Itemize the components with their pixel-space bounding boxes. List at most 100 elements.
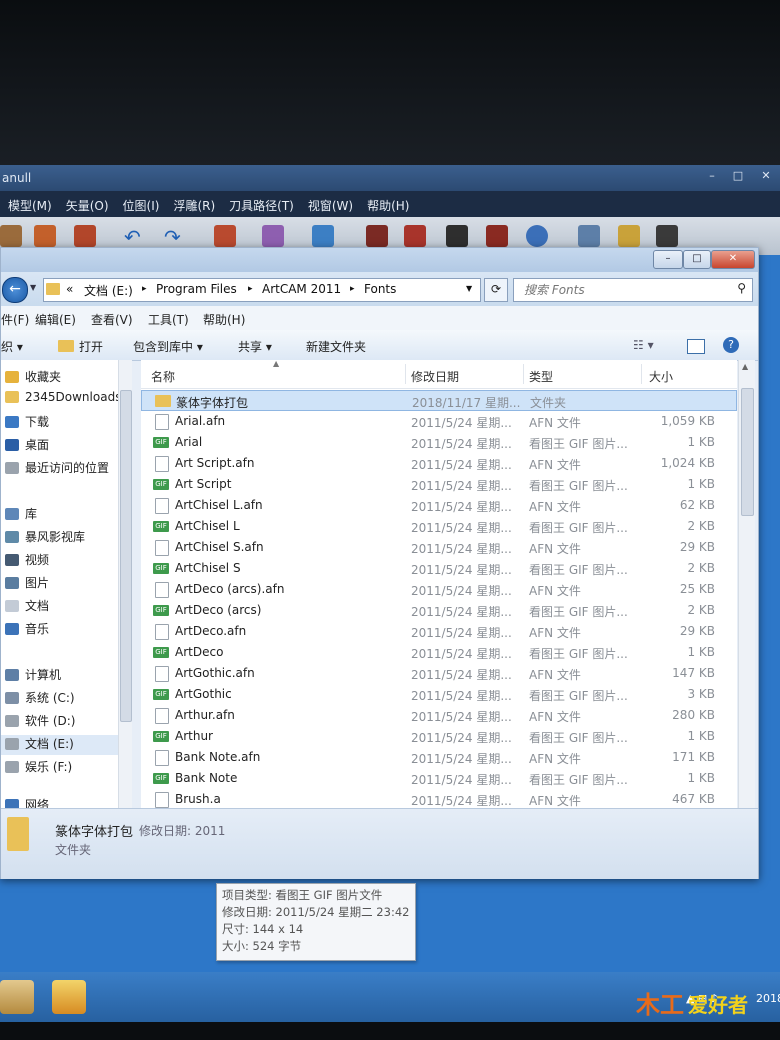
nav-item[interactable]: 文档: [1, 597, 122, 617]
nav-item[interactable]: 文档 (E:): [1, 735, 122, 755]
nav-item[interactable]: 暴风影视库: [1, 528, 122, 548]
chevron-down-icon[interactable]: ▼: [466, 284, 472, 293]
breadcrumb-separator[interactable]: ▸: [248, 284, 253, 294]
file-row[interactable]: ArtDeco (arcs).afn 2011/5/24 星期... AFN 文件 2…: [141, 579, 737, 600]
nav-scrollbar-thumb[interactable]: [120, 390, 132, 722]
menu-toolpath[interactable]: 刀具路径(T): [221, 191, 300, 214]
tool-icon[interactable]: [34, 225, 56, 247]
include-in-library-button[interactable]: 包含到库中 ▾: [133, 338, 203, 355]
eraser-icon[interactable]: [262, 225, 284, 247]
breadcrumb-artcam[interactable]: ArtCAM 2011: [262, 282, 341, 296]
close-icon[interactable]: ✕: [756, 169, 776, 183]
menu-file[interactable]: 件(F): [1, 311, 29, 328]
redo-icon[interactable]: ↷: [164, 225, 186, 249]
history-dropdown-icon[interactable]: ▼: [30, 283, 36, 292]
nav-item[interactable]: 音乐: [1, 620, 122, 640]
file-row[interactable]: GIF ArtChisel L 2011/5/24 星期... 看图王 GIF 图片.…: [141, 516, 737, 537]
nav-item[interactable]: 网络: [1, 796, 122, 808]
scroll-up-icon[interactable]: ▲: [742, 362, 748, 371]
undo-icon[interactable]: ↶: [124, 225, 146, 249]
column-size[interactable]: 大小: [649, 368, 673, 385]
menu-relief[interactable]: 浮雕(R): [165, 191, 221, 214]
list-scrollbar[interactable]: ▲: [738, 360, 755, 808]
nav-item[interactable]: 软件 (D:): [1, 712, 122, 732]
breadcrumb-fonts[interactable]: Fonts: [364, 282, 396, 296]
menu-view[interactable]: 查看(V): [91, 311, 133, 328]
menu-vector[interactable]: 矢量(O): [58, 191, 115, 214]
view-options-icon[interactable]: ☷ ▾: [633, 338, 654, 352]
file-row[interactable]: Bank Note.afn 2011/5/24 星期... AFN 文件 171 KB: [141, 747, 737, 768]
tool-icon[interactable]: [578, 225, 600, 247]
breadcrumb-separator[interactable]: ▸: [350, 284, 355, 294]
tool-icon[interactable]: [404, 225, 426, 247]
file-row[interactable]: GIF Arial 2011/5/24 星期... 看图王 GIF 图片... 1 KB: [141, 432, 737, 453]
tool-icon[interactable]: [0, 225, 22, 247]
refresh-icon[interactable]: ⟳: [484, 278, 508, 302]
close-icon[interactable]: ✕: [711, 250, 755, 269]
taskbar-app-icon[interactable]: [52, 980, 86, 1014]
nav-item[interactable]: 桌面: [1, 436, 122, 456]
tool-icon[interactable]: [618, 225, 640, 247]
maximize-icon[interactable]: □: [683, 250, 711, 269]
share-button[interactable]: 共享 ▾: [238, 338, 272, 355]
file-row[interactable]: GIF Bank Note 2011/5/24 星期... 看图王 GIF 图片...…: [141, 768, 737, 789]
file-row[interactable]: GIF ArtGothic 2011/5/24 星期... 看图王 GIF 图片...…: [141, 684, 737, 705]
tool-icon[interactable]: [446, 225, 468, 247]
column-name[interactable]: 名称: [151, 368, 175, 385]
nav-item[interactable]: 图片: [1, 574, 122, 594]
file-row[interactable]: Arthur.afn 2011/5/24 星期... AFN 文件 280 KB: [141, 705, 737, 726]
file-row[interactable]: ArtChisel S.afn 2011/5/24 星期... AFN 文件 29 K…: [141, 537, 737, 558]
menu-edit[interactable]: 编辑(E): [35, 311, 76, 328]
minimize-icon[interactable]: –: [653, 250, 683, 269]
menu-model[interactable]: 模型(M): [0, 191, 58, 214]
edit-icon[interactable]: [214, 225, 236, 247]
breadcrumb-program-files[interactable]: Program Files: [156, 282, 237, 296]
nav-item[interactable]: 娱乐 (F:): [1, 758, 122, 778]
nav-scrollbar[interactable]: [118, 360, 132, 808]
nav-item[interactable]: 2345Downloads: [1, 390, 122, 410]
file-row[interactable]: ArtGothic.afn 2011/5/24 星期... AFN 文件 147 KB: [141, 663, 737, 684]
menu-help[interactable]: 帮助(H): [359, 191, 415, 214]
tool-icon[interactable]: [366, 225, 388, 247]
menu-help[interactable]: 帮助(H): [203, 311, 245, 328]
file-row[interactable]: GIF Arthur 2011/5/24 星期... 看图王 GIF 图片... 1 K…: [141, 726, 737, 747]
search-input[interactable]: [522, 279, 726, 301]
file-row[interactable]: GIF Art Script 2011/5/24 星期... 看图王 GIF 图片..…: [141, 474, 737, 495]
file-row[interactable]: GIF ArtDeco (arcs) 2011/5/24 星期... 看图王 GIF …: [141, 600, 737, 621]
organize-button[interactable]: 织 ▾: [1, 338, 23, 355]
nav-item[interactable]: 下载: [1, 413, 122, 433]
file-row[interactable]: GIF ArtDeco 2011/5/24 星期... 看图王 GIF 图片... 1 …: [141, 642, 737, 663]
maximize-icon[interactable]: □: [728, 169, 748, 183]
column-separator[interactable]: [405, 364, 406, 384]
address-bar[interactable]: « 文档 (E:) ▸ Program Files ▸ ArtCAM 2011 …: [43, 278, 481, 302]
back-arrow-icon[interactable]: ←: [2, 277, 28, 303]
nav-item[interactable]: 收藏夹: [1, 368, 122, 388]
tray-clock[interactable]: 2018: [756, 992, 780, 1005]
column-separator[interactable]: [523, 364, 524, 384]
menu-window[interactable]: 视窗(W): [300, 191, 359, 214]
breadcrumb-separator[interactable]: ▸: [142, 284, 147, 294]
taskbar-app-icon[interactable]: [0, 980, 34, 1014]
nav-item[interactable]: 最近访问的位置: [1, 459, 122, 479]
globe-icon[interactable]: [526, 225, 548, 247]
minimize-icon[interactable]: –: [702, 169, 722, 183]
preview-pane-icon[interactable]: [687, 339, 705, 354]
file-row[interactable]: Art Script.afn 2011/5/24 星期... AFN 文件 1,024…: [141, 453, 737, 474]
list-scrollbar-thumb[interactable]: [741, 388, 754, 516]
tool-icon[interactable]: [74, 225, 96, 247]
breadcrumb-drive[interactable]: 文档 (E:): [84, 282, 133, 299]
open-button[interactable]: 打开: [79, 338, 103, 355]
column-modified[interactable]: 修改日期: [411, 368, 459, 385]
tool-icon[interactable]: [656, 225, 678, 247]
nav-item[interactable]: 系统 (C:): [1, 689, 122, 709]
file-row[interactable]: ArtChisel L.afn 2011/5/24 星期... AFN 文件 62 K…: [141, 495, 737, 516]
nav-item[interactable]: 视频: [1, 551, 122, 571]
tool-icon[interactable]: [312, 225, 334, 247]
file-row[interactable]: Arial.afn 2011/5/24 星期... AFN 文件 1,059 KB: [141, 411, 737, 432]
tool-icon[interactable]: [486, 225, 508, 247]
file-row[interactable]: ArtDeco.afn 2011/5/24 星期... AFN 文件 29 KB: [141, 621, 737, 642]
menu-tools[interactable]: 工具(T): [148, 311, 189, 328]
nav-item[interactable]: 计算机: [1, 666, 122, 686]
search-icon[interactable]: ⚲: [737, 281, 746, 295]
column-separator[interactable]: [641, 364, 642, 384]
